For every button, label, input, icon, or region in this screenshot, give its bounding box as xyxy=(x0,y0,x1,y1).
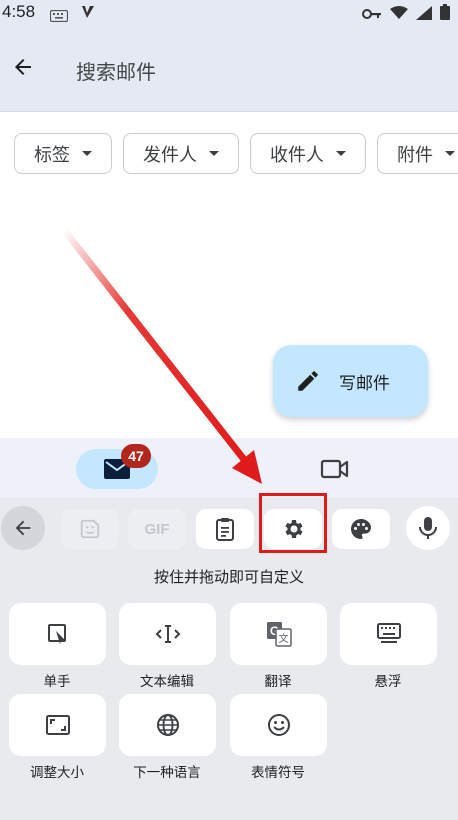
pencil-icon xyxy=(298,371,318,391)
gif-button[interactable]: GIF xyxy=(128,509,186,549)
wifi-icon xyxy=(390,5,408,24)
floating-label: 悬浮 xyxy=(374,674,402,690)
chip-label: 附件 xyxy=(397,144,433,166)
dropdown-arrow-icon xyxy=(209,151,219,156)
keyboard-back-button[interactable] xyxy=(1,506,45,550)
filter-chip-attachment[interactable]: 附件 xyxy=(377,133,458,174)
settings-highlight-box xyxy=(259,493,327,553)
resize-icon xyxy=(45,715,70,735)
status-icons xyxy=(362,4,450,24)
microphone-icon xyxy=(419,517,437,539)
battery-icon xyxy=(440,4,450,24)
globe-icon xyxy=(156,714,179,736)
translate-icon: G文 xyxy=(266,622,292,647)
back-button[interactable] xyxy=(8,52,38,82)
sticker-icon xyxy=(80,519,100,539)
svg-text:文: 文 xyxy=(278,632,288,645)
cellular-signal-icon xyxy=(416,5,432,24)
filter-chip-label[interactable]: 标签 xyxy=(14,133,112,174)
emoji-tile[interactable] xyxy=(230,694,327,756)
one-handed-label: 单手 xyxy=(43,674,71,690)
arrow-back-icon xyxy=(15,59,31,75)
gif-label: GIF xyxy=(144,520,170,538)
next-language-tile[interactable] xyxy=(119,694,216,756)
emoji-label: 表情符号 xyxy=(251,765,305,781)
search-header: 搜索邮件 xyxy=(0,26,458,112)
dropdown-arrow-icon xyxy=(82,151,92,156)
filter-chip-from[interactable]: 发件人 xyxy=(123,133,239,174)
dropdown-arrow-icon xyxy=(445,151,455,156)
keyboard-notification-icon xyxy=(49,7,69,26)
one-handed-icon xyxy=(47,624,66,644)
floating-tile[interactable] xyxy=(340,603,437,665)
one-handed-tile[interactable] xyxy=(9,603,106,665)
text-edit-icon xyxy=(155,625,180,643)
compose-button[interactable]: 写邮件 xyxy=(273,345,428,417)
voice-input-button[interactable] xyxy=(406,506,450,550)
floating-keyboard-icon xyxy=(376,623,401,643)
status-bar: 4:58 xyxy=(0,0,458,26)
filter-chip-to[interactable]: 收件人 xyxy=(250,133,366,174)
theme-button[interactable] xyxy=(332,509,390,549)
translate-tile[interactable]: G文 xyxy=(230,603,327,665)
palette-icon xyxy=(351,519,371,539)
emoji-icon xyxy=(267,714,290,736)
clipboard-button[interactable] xyxy=(196,509,254,549)
video-camera-icon xyxy=(320,459,349,479)
clipboard-icon xyxy=(216,518,234,541)
next-language-label: 下一种语言 xyxy=(133,765,201,781)
compose-label: 写邮件 xyxy=(339,373,390,394)
customize-hint: 按住并拖动即可自定义 xyxy=(153,568,304,586)
arrow-back-icon xyxy=(15,520,31,536)
text-edit-label: 文本编辑 xyxy=(140,674,194,690)
chip-label: 发件人 xyxy=(143,144,197,166)
chip-label: 标签 xyxy=(34,144,70,166)
chip-label: 收件人 xyxy=(270,144,324,166)
translate-label: 翻译 xyxy=(264,674,292,690)
app-notification-icon xyxy=(80,4,96,24)
search-input[interactable]: 搜索邮件 xyxy=(76,56,156,85)
nav-meet-tab[interactable] xyxy=(320,457,350,485)
resize-tile[interactable] xyxy=(9,694,106,756)
sticker-button[interactable] xyxy=(61,509,119,549)
status-time: 4:58 xyxy=(2,2,36,21)
resize-label: 调整大小 xyxy=(30,765,84,781)
vpn-key-icon xyxy=(362,5,382,24)
bottom-navigation xyxy=(0,438,458,500)
dropdown-arrow-icon xyxy=(336,151,346,156)
text-edit-tile[interactable] xyxy=(119,603,216,665)
unread-count-badge: 47 xyxy=(121,444,151,468)
